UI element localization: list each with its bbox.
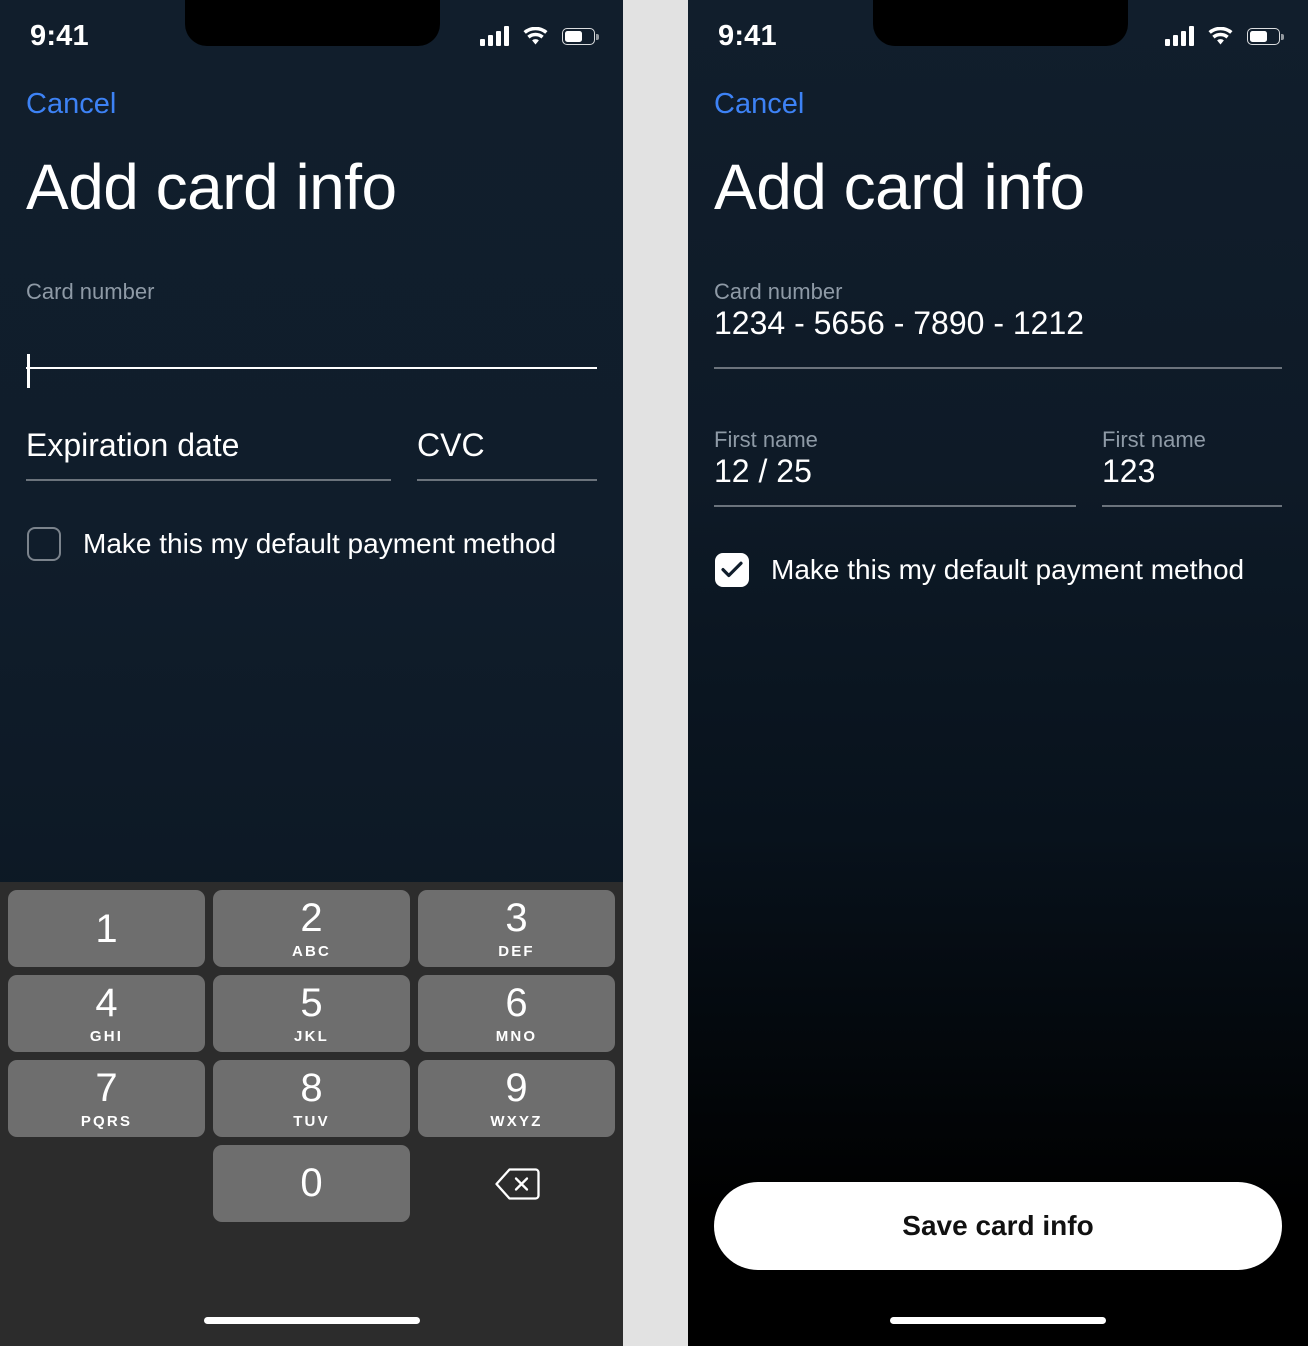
status-bar-left: 9:41: [0, 0, 623, 72]
default-payment-checkbox[interactable]: [715, 552, 749, 587]
card-number-underline: [714, 367, 1282, 369]
key-7-letters: PQRS: [80, 1112, 133, 1130]
key-0[interactable]: 0: [213, 1145, 410, 1222]
default-payment-checkbox-row[interactable]: Make this my default payment method: [714, 552, 1282, 587]
default-payment-label: Make this my default payment method: [83, 527, 557, 559]
expiration-underline: [714, 505, 1076, 507]
keypad-row-3: 7 PQRS 8 TUV 9 WXYZ: [8, 1060, 615, 1137]
key-1-number: 1: [95, 906, 118, 951]
default-payment-checkbox[interactable]: [27, 526, 61, 561]
status-icons: [1165, 26, 1284, 46]
key-9[interactable]: 9 WXYZ: [418, 1060, 615, 1137]
key-6-letters: MNO: [495, 1027, 538, 1045]
cvc-input[interactable]: CVC: [417, 427, 597, 465]
left-content: Cancel Add card info Card number Expirat…: [0, 0, 623, 561]
status-time: 9:41: [30, 19, 89, 52]
key-4-letters: GHI: [89, 1027, 124, 1045]
expiration-input[interactable]: Expiration date: [26, 427, 391, 465]
default-payment-label: Make this my default payment method: [771, 553, 1245, 585]
default-payment-checkbox-row[interactable]: Make this my default payment method: [26, 526, 597, 561]
right-content: Cancel Add card info Card number 1234 - …: [688, 0, 1308, 587]
key-3[interactable]: 3 DEF: [418, 890, 615, 967]
page-title: Add card info: [714, 151, 1085, 223]
dual-phone-mockup: 9:41 Cancel Add card info Card number Ex…: [0, 0, 1308, 1346]
cvc-underline: [417, 479, 597, 481]
key-6[interactable]: 6 MNO: [418, 975, 615, 1052]
expiration-field[interactable]: Expiration date: [26, 427, 417, 481]
key-2-letters: ABC: [291, 942, 332, 960]
key-5-number: 5: [300, 980, 323, 1025]
keypad-row-4: 0: [8, 1145, 615, 1222]
status-time: 9:41: [718, 19, 777, 52]
key-5-letters: JKL: [294, 1027, 329, 1045]
key-8-letters: TUV: [293, 1112, 330, 1130]
home-indicator-left: [203, 1317, 420, 1324]
keypad-row-1: 1 2 ABC 3 DEF: [8, 890, 615, 967]
status-bar-right: 9:41: [688, 0, 1308, 72]
key-7-number: 7: [95, 1065, 118, 1110]
status-icons: [480, 26, 599, 46]
battery-icon: [1247, 27, 1284, 45]
text-caret: [27, 354, 30, 388]
backspace-icon[interactable]: [418, 1145, 615, 1222]
wifi-icon: [1208, 26, 1233, 46]
key-9-letters: WXYZ: [490, 1112, 543, 1130]
save-card-info-label: Save card info: [902, 1210, 1094, 1241]
key-3-number: 3: [505, 895, 528, 940]
expiration-label: First name: [714, 426, 818, 452]
key-7[interactable]: 7 PQRS: [8, 1060, 205, 1137]
keypad-row-2: 4 GHI 5 JKL 6 MNO: [8, 975, 615, 1052]
save-card-info-button[interactable]: Save card info: [714, 1182, 1282, 1270]
card-number-underline: [26, 367, 597, 370]
key-5[interactable]: 5 JKL: [213, 975, 410, 1052]
key-3-letters: DEF: [498, 942, 535, 960]
expiration-input[interactable]: 12 / 25: [714, 453, 1076, 491]
key-4[interactable]: 4 GHI: [8, 975, 205, 1052]
expiry-cvc-row: Expiration date CVC: [26, 427, 597, 481]
card-number-label: Card number: [714, 279, 843, 304]
cvc-input[interactable]: 123: [1102, 453, 1282, 491]
expiration-field[interactable]: First name 12 / 25: [714, 427, 1102, 507]
expiry-cvc-row: First name 12 / 25 First name 123: [714, 427, 1282, 507]
screen-divider: [623, 0, 688, 1346]
numeric-keypad[interactable]: 1 2 ABC 3 DEF 4 GHI 5 JKL 6 MNO 7 PQRS 8…: [0, 882, 623, 1346]
card-number-field[interactable]: Card number: [26, 279, 597, 388]
key-9-number: 9: [505, 1065, 528, 1110]
card-form: Card number 1234 - 5656 - 7890 - 1212 Fi…: [688, 279, 1308, 587]
phone-screen-empty-state: 9:41 Cancel Add card info Card number Ex…: [0, 0, 623, 1346]
card-number-input[interactable]: 1234 - 5656 - 7890 - 1212: [714, 305, 1282, 353]
key-4-number: 4: [95, 980, 118, 1025]
key-2-number: 2: [300, 895, 323, 940]
key-8[interactable]: 8 TUV: [213, 1060, 410, 1137]
battery-icon: [562, 27, 599, 45]
key-8-number: 8: [300, 1065, 323, 1110]
card-form: Card number Expiration date CVC Make thi…: [0, 279, 623, 561]
card-number-field[interactable]: Card number 1234 - 5656 - 7890 - 1212: [714, 279, 1282, 369]
wifi-icon: [523, 26, 548, 46]
phone-screen-filled-state: 9:41 Cancel Add card info Card number 12…: [688, 0, 1308, 1346]
cellular-bars-icon: [480, 26, 509, 46]
key-2[interactable]: 2 ABC: [213, 890, 410, 967]
keypad-spacer: [8, 1145, 205, 1222]
cvc-field[interactable]: CVC: [417, 427, 597, 481]
cvc-field[interactable]: First name 123: [1102, 427, 1282, 507]
card-number-input[interactable]: [26, 305, 597, 353]
cellular-bars-icon: [1165, 26, 1194, 46]
home-indicator-right: [890, 1317, 1106, 1324]
card-number-label: Card number: [26, 279, 155, 304]
key-1[interactable]: 1: [8, 890, 205, 967]
key-6-number: 6: [505, 980, 528, 1025]
expiration-underline: [26, 479, 391, 481]
page-title: Add card info: [26, 151, 397, 223]
cvc-label: First name: [1102, 426, 1206, 452]
key-0-number: 0: [300, 1161, 323, 1205]
cvc-underline: [1102, 505, 1282, 507]
